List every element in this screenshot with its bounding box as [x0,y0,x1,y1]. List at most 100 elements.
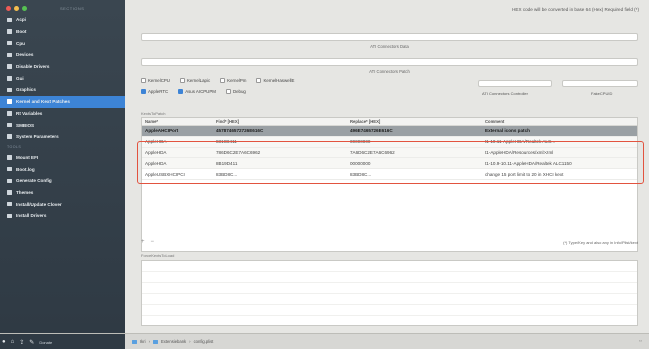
breadcrumb-item[interactable]: Ikri [140,339,146,344]
cell-find[interactable]: 83BD8C... [214,172,348,177]
tools-icon[interactable]: ✎ [29,339,34,346]
section-icon [7,155,12,160]
table-row[interactable] [142,283,637,294]
column-header-name[interactable]: Name* [142,119,214,124]
sidebar-item-gui[interactable]: Gui [0,72,125,84]
table-row[interactable]: AppleHDA 786D6C2E7A6C6962 7A6D6C2E7A6C6962… [142,147,637,159]
column-header-replace[interactable]: Replace* [HEX] [348,119,483,124]
checkbox-box[interactable] [220,78,226,83]
sidebar-item-cpu[interactable]: Cpu [0,37,125,49]
ati-connectors-data-input[interactable] [141,33,638,41]
section-icon [7,122,12,128]
sidebar-item-label: Boot [16,29,27,35]
cell-replace[interactable]: 00000000 [348,139,483,144]
close-window-button[interactable] [6,6,11,11]
fake-cpuid-input[interactable] [562,80,638,87]
section-icon [7,64,12,69]
column-header-comment[interactable]: Comment [483,119,637,124]
sidebar-item-label: Kernel and Kext Patches [16,99,70,105]
sidebar-item-rt-variables[interactable]: Rt Variables [0,108,125,120]
cell-name[interactable]: AppleUSBXHCIPCI [142,172,214,177]
sidebar-caption: SECTIONS [60,6,85,11]
sidebar-item-label: Install Drivers [16,213,47,219]
cell-replace[interactable]: 00000000 [348,161,483,166]
cell-find[interactable]: 8B19D411 [214,161,348,166]
checkbox-box[interactable] [141,89,146,94]
table-row[interactable]: AppleHDA 8B19D411 00000000 t1-10.9-10.11-Ap… [142,158,637,170]
ati-connectors-controller-label: ATI Connectors Controller [482,91,528,96]
column-header-find[interactable]: Find* [HEX] [214,119,348,124]
table-row[interactable] [142,272,637,283]
ati-connectors-controller-input[interactable] [478,80,552,87]
checkbox-kernellapic[interactable]: KernelLapic [179,78,210,83]
apple-icon[interactable]: ● [2,339,6,345]
sidebar-tool-install-drivers[interactable]: Install Drivers [0,210,125,222]
breadcrumb-item[interactable]: config.plist [194,339,214,344]
checkbox-kernelcpu[interactable]: KernelCPU [141,78,170,83]
table-row[interactable] [142,261,637,272]
cell-find[interactable]: 786D6C2E7A6C6962 [214,150,348,155]
sidebar-item-graphics[interactable]: Graphics [0,84,125,96]
ati-connectors-data-label: ATI Connectors Data [370,44,409,49]
cell-name[interactable]: AppleHDA [142,150,214,155]
sidebar-tool-boot-log[interactable]: Boot.log [0,163,125,175]
sidebar-item-smbios[interactable]: SMBIOS [0,119,125,131]
table-row[interactable]: AppleAHCIPort 4578746572726E616C 496E74657… [142,126,637,137]
breadcrumb-item[interactable]: Extensiebank [161,339,186,344]
checkbox-box[interactable] [179,78,185,83]
sidebar-item-boot[interactable]: Boot [0,26,125,38]
checkbox-asus-aicpupm[interactable]: Asus AICPUPM [178,89,216,94]
table-row[interactable]: AppleHDA 8319D411 00000000 t1-10.11-AppleHD… [142,136,637,148]
checkbox-applertc[interactable]: AppleRTC [141,89,168,94]
cell-name[interactable]: AppleAHCIPort [142,128,214,133]
checkbox-box[interactable] [256,78,262,83]
sidebar-tool-mount-efi[interactable]: Mount EFI [0,152,125,164]
sidebar-item-devices[interactable]: Devices [0,49,125,61]
checkbox-kernelpm[interactable]: KernelPm [220,78,246,83]
view-toggle-icon[interactable]: ⇔ [638,338,643,344]
checkbox-label: KernelHaswellE [263,78,295,83]
add-row-button[interactable]: + [141,239,145,245]
checkbox-kernelhaswelle[interactable]: KernelHaswellE [256,78,294,83]
donate-button[interactable]: Donate [39,340,52,345]
minimize-window-button[interactable] [14,6,19,11]
sidebar-tool-themes[interactable]: Themes [0,187,125,199]
home-icon[interactable]: ⌂ [11,339,15,345]
sidebar-list: Acpi Boot Cpu Devices Disable Drivers Gui Grap… [0,14,125,222]
hex-hint: HEX code will be converted in base 64 (H… [512,7,639,12]
checkbox-debug[interactable]: Debug [225,89,246,94]
cell-find[interactable]: 4578746572726E616C [214,128,348,133]
cell-comment[interactable]: t1-AppleHDA/Resources/xml>zml [483,150,637,155]
cell-replace[interactable]: 496E7465726E616C [348,128,483,133]
cell-replace[interactable]: 7A6D6C2E7A6C6962 [348,150,483,155]
checkbox-box[interactable] [141,78,146,83]
section-icon [7,178,12,184]
checkbox-box[interactable] [225,89,231,94]
remove-row-button[interactable]: − [151,239,155,245]
checkbox-label: Debug [232,89,246,94]
cell-comment[interactable]: t1-10.9-10.11-AppleHDA/Realtek ALC1150 [483,161,637,166]
cell-find[interactable]: 8319D411 [214,139,348,144]
cell-replace[interactable]: 83BD8C... [348,172,483,177]
sidebar-item-kernel-and-kext-patches[interactable]: Kernel and Kext Patches [0,95,125,108]
sidebar-item-disable-drivers[interactable]: Disable Drivers [0,61,125,73]
section-icon [7,99,12,104]
ati-connectors-patch-input[interactable] [141,58,638,66]
cell-name[interactable]: AppleHDA [142,161,214,166]
sidebar-tool-install-update-clover[interactable]: Install/Update Clover [0,198,125,210]
table-row[interactable] [142,294,637,305]
cell-name[interactable]: AppleHDA [142,139,214,144]
section-icon [7,166,12,172]
sidebar-item-system-parameters[interactable]: System Parameters [0,131,125,143]
checkbox-box[interactable] [178,89,184,94]
cell-comment[interactable]: change 15 port limit to 20 in XHCI kext [483,172,637,177]
cell-comment[interactable]: External icons patch [483,128,637,133]
sidebar-tool-generate-config[interactable]: Generate Config [0,175,125,187]
share-icon[interactable]: ⇪ [19,339,24,346]
sidebar-item-acpi[interactable]: Acpi [0,14,125,26]
table-row[interactable] [142,305,637,316]
sidebar-item-label: Acpi [16,17,26,23]
table-row[interactable]: AppleUSBXHCIPCI 83BD8C... 83BD8C... change … [142,169,637,180]
zoom-window-button[interactable] [22,6,27,11]
cell-comment[interactable]: t1-10.11-AppleHDA/Realtek ALC... [483,139,637,144]
